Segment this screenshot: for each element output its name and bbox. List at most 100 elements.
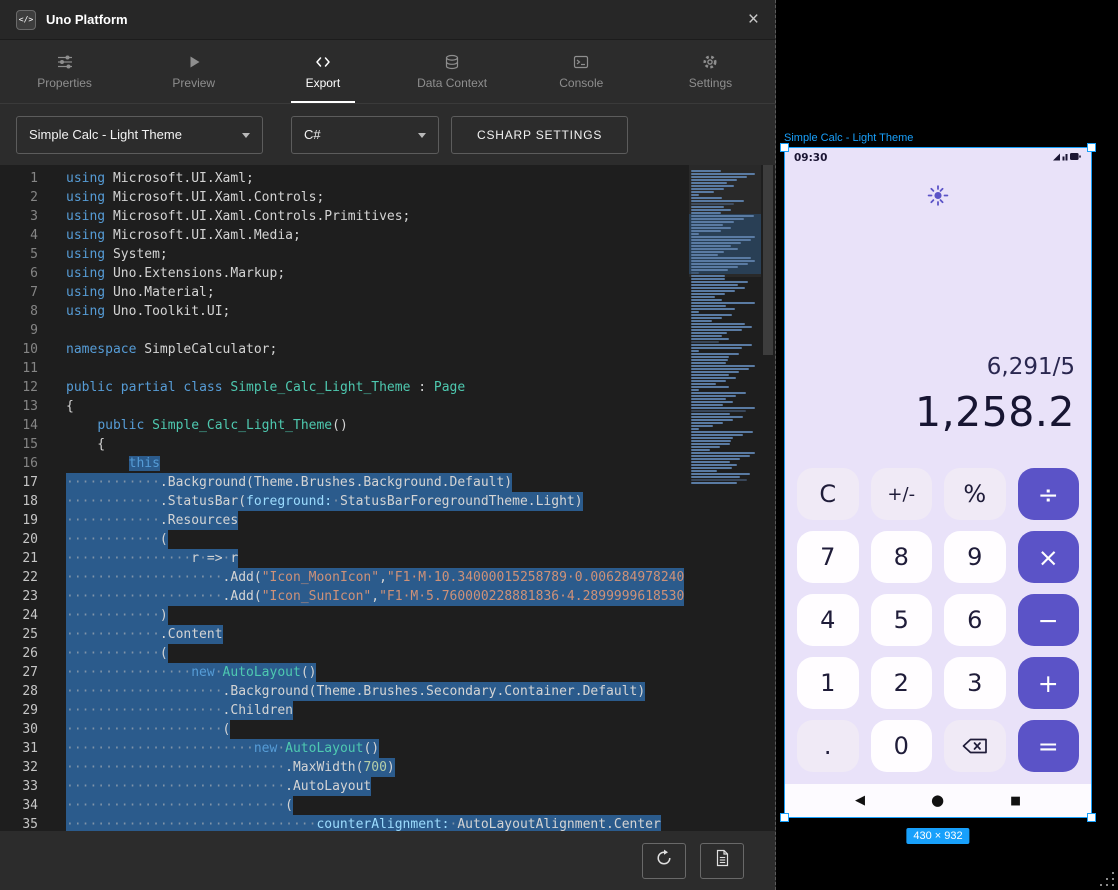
export-file-button[interactable] <box>700 843 744 879</box>
calc-key-8[interactable]: 8 <box>871 531 933 583</box>
calc-key-decimal[interactable]: . <box>797 720 859 772</box>
code-line[interactable]: 27················new·AutoLayout() <box>0 663 775 682</box>
nav-recents-button[interactable]: ■ <box>1010 795 1021 807</box>
calc-key-equals[interactable]: = <box>1018 720 1080 772</box>
calc-key-5[interactable]: 5 <box>871 594 933 646</box>
code-line[interactable]: 19············.Resources <box>0 511 775 530</box>
theme-toggle-button[interactable] <box>927 184 950 211</box>
code-line[interactable]: 28 ····················.Background(Theme.… <box>0 682 775 701</box>
code-line[interactable]: 12public partial class Simple_Calc_Light… <box>0 378 775 397</box>
nav-back-button[interactable]: ◀ <box>855 794 865 807</box>
code-text: ····························.AutoLayout <box>66 777 371 796</box>
code-line[interactable]: 35································counte… <box>0 815 775 831</box>
code-line[interactable]: 29····················.Children <box>0 701 775 720</box>
tab-data-context[interactable]: Data Context <box>388 40 517 103</box>
tab-properties[interactable]: Properties <box>0 40 129 103</box>
phone-frame-preview[interactable]: 09:30 6,291/5 1,258.2 C+/-%÷789×456−123+… <box>784 147 1092 818</box>
tab-console[interactable]: Console <box>517 40 646 103</box>
code-text: ················new·AutoLayout() <box>66 663 316 682</box>
minimap-selection-band <box>689 214 761 274</box>
code-line[interactable]: 18············.StatusBar(foreground:·Sta… <box>0 492 775 511</box>
close-icon[interactable]: × <box>748 10 759 29</box>
calc-key-clear[interactable]: C <box>797 468 859 520</box>
code-line[interactable]: 25············.Content <box>0 625 775 644</box>
calc-key-0[interactable]: 0 <box>871 720 933 772</box>
minimap-line <box>691 278 725 280</box>
resize-handle-bottom-right[interactable] <box>1087 813 1096 822</box>
code-line[interactable]: 16 this <box>0 454 775 473</box>
csharp-settings-button[interactable]: CSHARP SETTINGS <box>451 116 628 154</box>
code-line[interactable]: 17············.Background(Theme.Brushes.… <box>0 473 775 492</box>
code-line[interactable]: 7using Uno.Material; <box>0 283 775 302</box>
calc-key-6[interactable]: 6 <box>944 594 1006 646</box>
code-line[interactable]: 15 { <box>0 435 775 454</box>
code-line[interactable]: 21················r·=>·r <box>0 549 775 568</box>
resize-handle-bottom-left[interactable] <box>780 813 789 822</box>
code-line[interactable]: 23····················.Add("Icon_SunIcon… <box>0 587 775 606</box>
calc-key-2[interactable]: 2 <box>871 657 933 709</box>
code-line[interactable]: 1using Microsoft.UI.Xaml; <box>0 169 775 188</box>
code-line[interactable]: 11 <box>0 359 775 378</box>
code-text: ····················( <box>66 720 230 739</box>
refresh-button[interactable] <box>642 843 686 879</box>
code-line[interactable]: 24············) <box>0 606 775 625</box>
resize-handle-top-right[interactable] <box>1087 143 1096 152</box>
code-line[interactable]: 3using Microsoft.UI.Xaml.Controls.Primit… <box>0 207 775 226</box>
code-line[interactable]: 10namespace SimpleCalculator; <box>0 340 775 359</box>
code-text: ····················.Background(Theme.Br… <box>66 682 645 701</box>
tab-settings[interactable]: Settings <box>646 40 775 103</box>
calc-key-percent[interactable]: % <box>944 468 1006 520</box>
calc-key-9[interactable]: 9 <box>944 531 1006 583</box>
calc-key-plus[interactable]: + <box>1018 657 1080 709</box>
minimap-line <box>691 341 719 343</box>
calc-key-7[interactable]: 7 <box>797 531 859 583</box>
calc-key-backspace[interactable] <box>944 720 1006 772</box>
calc-key-divide[interactable]: ÷ <box>1018 468 1080 520</box>
calc-key-1[interactable]: 1 <box>797 657 859 709</box>
minimap-line <box>691 431 753 433</box>
calc-key-minus[interactable]: − <box>1018 594 1080 646</box>
code-line[interactable]: 2using Microsoft.UI.Xaml.Controls; <box>0 188 775 207</box>
sun-icon <box>927 192 950 211</box>
titlebar[interactable]: </> Uno Platform × <box>0 0 775 40</box>
language-selector-dropdown[interactable]: C# <box>291 116 439 154</box>
code-line[interactable]: 13{ <box>0 397 775 416</box>
line-number: 28 <box>0 682 38 701</box>
code-line[interactable]: 20············( <box>0 530 775 549</box>
code-line[interactable]: 14 public Simple_Calc_Light_Theme() <box>0 416 775 435</box>
figma-canvas[interactable]: Simple Calc - Light Theme 09:30 6,291/5 … <box>776 0 1118 890</box>
minimap-line <box>691 209 731 211</box>
code-line[interactable]: 26············( <box>0 644 775 663</box>
minimap-line <box>691 224 723 226</box>
frame-name-label[interactable]: Simple Calc - Light Theme <box>784 132 913 144</box>
resize-handle-top-left[interactable] <box>780 143 789 152</box>
code-line[interactable]: 30····················( <box>0 720 775 739</box>
code-text: ············.Content <box>66 625 223 644</box>
code-line[interactable]: 6using Uno.Extensions.Markup; <box>0 264 775 283</box>
code-line[interactable]: 4using Microsoft.UI.Xaml.Media; <box>0 226 775 245</box>
editor-minimap[interactable] <box>689 165 761 831</box>
code-line[interactable]: 32····························.MaxWidth(… <box>0 758 775 777</box>
code-line[interactable]: 9 <box>0 321 775 340</box>
code-line[interactable]: 8using Uno.Toolkit.UI; <box>0 302 775 321</box>
vertical-scrollbar[interactable] <box>761 165 775 831</box>
calc-key-3[interactable]: 3 <box>944 657 1006 709</box>
calc-key-4[interactable]: 4 <box>797 594 859 646</box>
code-line[interactable]: 5using System; <box>0 245 775 264</box>
minimap-line <box>691 302 755 304</box>
line-number: 12 <box>0 378 38 397</box>
tab-export[interactable]: Export <box>258 40 387 103</box>
code-line[interactable]: 34····························( <box>0 796 775 815</box>
line-number: 9 <box>0 321 38 340</box>
code-line[interactable]: 22····················.Add("Icon_MoonIco… <box>0 568 775 587</box>
nav-home-button[interactable]: ● <box>931 793 944 808</box>
code-line[interactable]: 33····························.AutoLayou… <box>0 777 775 796</box>
calc-key-multiply[interactable]: × <box>1018 531 1080 583</box>
code-line[interactable]: 31························new·AutoLayout… <box>0 739 775 758</box>
window-resize-grip[interactable] <box>1100 872 1114 886</box>
calc-key-plus-minus[interactable]: +/- <box>871 468 933 520</box>
scrollbar-thumb[interactable] <box>763 165 773 355</box>
component-selector-dropdown[interactable]: Simple Calc - Light Theme <box>16 116 263 154</box>
tab-preview[interactable]: Preview <box>129 40 258 103</box>
code-editor[interactable]: 1using Microsoft.UI.Xaml;2using Microsof… <box>0 165 775 831</box>
